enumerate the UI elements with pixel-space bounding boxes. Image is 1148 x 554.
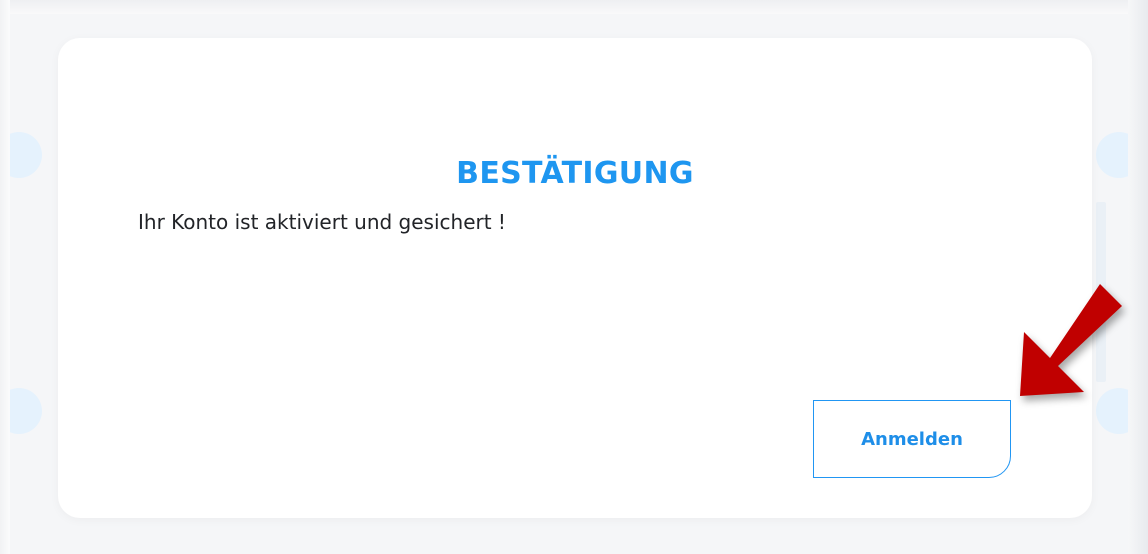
dialog-message: Ihr Konto ist aktiviert und gesichert !: [138, 210, 506, 234]
frame-right-edge: [1128, 0, 1148, 554]
frame-left-edge: [0, 0, 10, 554]
screenshot-frame: BESTÄTIGUNG Ihr Konto ist aktiviert und …: [0, 0, 1148, 554]
red-arrow-icon: [1020, 284, 1122, 396]
arrow-shape: [1020, 284, 1122, 396]
dialog-title: BESTÄTIGUNG: [456, 156, 694, 191]
login-button[interactable]: Anmelden: [813, 400, 1011, 478]
confirmation-dialog: BESTÄTIGUNG Ihr Konto ist aktiviert und …: [58, 38, 1092, 518]
frame-top-edge: [0, 0, 1148, 14]
